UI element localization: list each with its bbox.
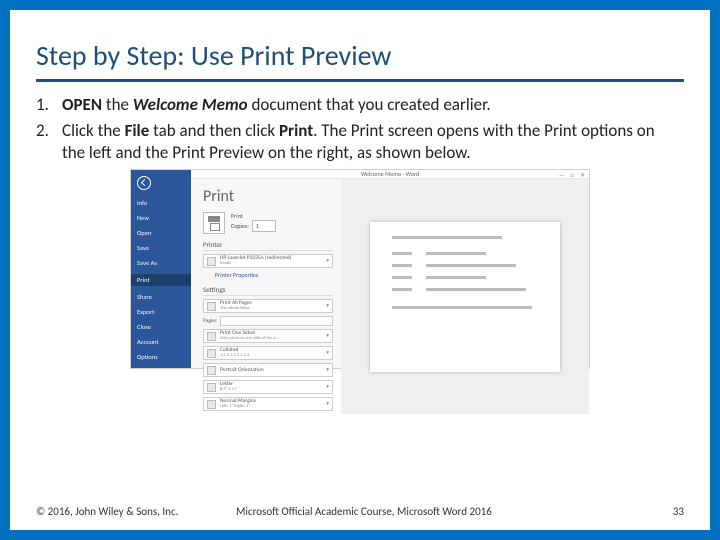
setting-dropdown[interactable]: Normal MarginsLeft: 1" Right: 1"▾ (203, 397, 333, 411)
backstage-menu-item[interactable]: Info (137, 199, 187, 207)
preview-page (370, 222, 560, 372)
slide-footer: © 2016, John Wiley & Sons, Inc. Microsof… (36, 505, 684, 518)
printer-icon (207, 257, 216, 266)
chevron-down-icon: ▾ (326, 384, 329, 390)
step-item: 1.OPEN the Welcome Memo document that yo… (36, 94, 684, 116)
settings-list: Print All PagesThe whole thing▾Pages:Pri… (203, 299, 333, 411)
backstage-menu-item[interactable]: Close (137, 323, 187, 331)
setting-icon (207, 332, 216, 341)
backstage-nav: Info New Open Save Save As Print Share Export Cl… (131, 170, 191, 368)
setting-icon (207, 366, 216, 375)
setting-line2: Only print on one side of the p... (220, 337, 279, 342)
print-options-pane: Print Print Copies: 1 Printer (191, 179, 341, 414)
backstage-menu-item[interactable]: Save As (137, 259, 187, 267)
step-text: Click the File tab and then click Print.… (62, 120, 684, 164)
backstage-menu-item[interactable]: Account (137, 338, 187, 346)
pages-field: Pages: (203, 316, 333, 326)
copies-label: Copies: (231, 222, 249, 230)
window-controls: — □ ✕ (559, 171, 585, 179)
setting-dropdown[interactable]: Collated1,2,3 1,2,3 1,2,3▾ (203, 346, 333, 360)
setting-dropdown[interactable]: Portrait Orientation ▾ (203, 363, 333, 377)
step-number: 2. (36, 120, 62, 164)
setting-dropdown[interactable]: Letter8.5" x 11"▾ (203, 380, 333, 394)
chevron-down-icon: ▾ (326, 401, 329, 407)
backstage-menu-item[interactable]: Print (131, 274, 191, 286)
setting-icon (207, 400, 216, 409)
setting-line2: The whole thing (220, 307, 252, 312)
slide: Step by Step: Use Print Preview 1.OPEN t… (0, 0, 720, 540)
pages-input[interactable] (220, 316, 333, 326)
setting-line2: Left: 1" Right: 1" (220, 405, 256, 410)
maximize-icon[interactable]: □ (570, 171, 574, 179)
back-arrow-icon[interactable] (137, 176, 151, 190)
step-item: 2.Click the File tab and then click Prin… (36, 120, 684, 164)
backstage-menu-item[interactable]: Export (137, 308, 187, 316)
chevron-down-icon: ▾ (326, 333, 329, 339)
setting-line2: 8.5" x 11" (220, 388, 238, 393)
chevron-down-icon: ▾ (326, 350, 329, 356)
panel-heading: Print (203, 187, 333, 206)
print-button-icon[interactable] (203, 212, 225, 234)
footer-course: Microsoft Official Academic Course, Micr… (236, 505, 644, 518)
chevron-down-icon: ▾ (326, 258, 329, 264)
setting-icon (207, 383, 216, 392)
footer-copyright: © 2016, John Wiley & Sons, Inc. (36, 505, 236, 518)
printer-section-label: Printer (203, 240, 333, 249)
setting-dropdown[interactable]: Print All PagesThe whole thing▾ (203, 299, 333, 313)
printer-dropdown[interactable]: HP LaserJet P2035n (redirected) Ready ▾ (203, 254, 333, 268)
setting-dropdown[interactable]: Print One SidedOnly print on one side of… (203, 329, 333, 343)
window-titlebar: Welcome Memo - Word — □ ✕ (191, 170, 589, 179)
settings-section-label: Settings (203, 285, 333, 294)
setting-line1: Portrait Orientation (220, 368, 264, 374)
backstage-main: Welcome Memo - Word — □ ✕ Sign in Print … (191, 170, 589, 368)
step-text: OPEN the Welcome Memo document that you … (62, 94, 684, 116)
setting-icon (207, 349, 216, 358)
slide-title: Step by Step: Use Print Preview (36, 38, 684, 82)
backstage-menu-item[interactable]: New (137, 214, 187, 222)
chevron-down-icon: ▾ (326, 303, 329, 309)
printer-status: Ready (220, 262, 291, 267)
chevron-down-icon: ▾ (326, 367, 329, 373)
print-backstage-screenshot: Info New Open Save Save As Print Share Export Cl… (130, 169, 590, 369)
step-list: 1.OPEN the Welcome Memo document that yo… (36, 94, 684, 163)
print-button-label: Print (231, 212, 276, 220)
backstage-menu-item[interactable]: Options (137, 353, 187, 361)
setting-icon (207, 302, 216, 311)
close-icon[interactable]: ✕ (580, 171, 585, 179)
setting-line2: 1,2,3 1,2,3 1,2,3 (220, 354, 249, 359)
backstage-menu-item[interactable]: Save (137, 244, 187, 252)
footer-page-number: 33 (644, 505, 684, 518)
backstage-menu-item[interactable]: Open (137, 229, 187, 237)
copies-spinner[interactable]: 1 (252, 220, 276, 232)
minimize-icon[interactable]: — (559, 171, 564, 179)
pages-label: Pages: (203, 318, 217, 324)
print-preview-area (341, 179, 589, 414)
backstage-menu-item[interactable]: Share (137, 293, 187, 301)
window-title: Welcome Memo - Word (361, 170, 419, 178)
printer-properties-link[interactable]: Printer Properties (215, 271, 333, 279)
step-number: 1. (36, 94, 62, 116)
